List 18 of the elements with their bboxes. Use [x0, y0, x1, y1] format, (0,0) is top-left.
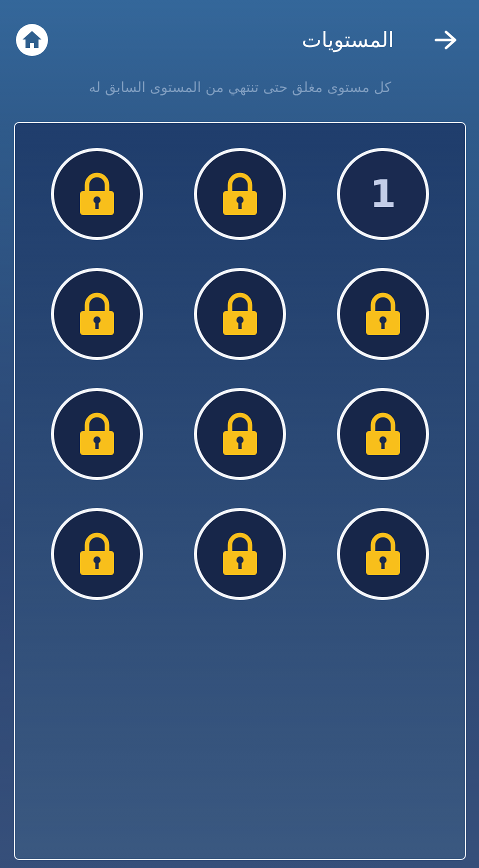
home-button[interactable]: [16, 24, 48, 56]
padlock-icon: [364, 292, 402, 336]
arrow-icon: [434, 29, 458, 51]
padlock-icon: [78, 412, 116, 456]
padlock-icon: [78, 172, 116, 216]
padlock-icon: [221, 412, 259, 456]
hint-text: كل مستوى مغلق حتى تنتهي من المستوى السابق له: [88, 80, 392, 98]
level-button[interactable]: 1: [337, 148, 429, 240]
padlock-icon: [364, 532, 402, 576]
padlock-icon: [221, 172, 259, 216]
padlock-icon: [78, 292, 116, 336]
padlock-icon: [221, 292, 259, 336]
back-arrow-button[interactable]: [434, 29, 458, 51]
padlock-icon: [78, 532, 116, 576]
padlock-icon: [221, 532, 259, 576]
home-icon: [16, 24, 48, 56]
padlock-icon: [364, 412, 402, 456]
screen-title: المستويات: [302, 28, 394, 52]
